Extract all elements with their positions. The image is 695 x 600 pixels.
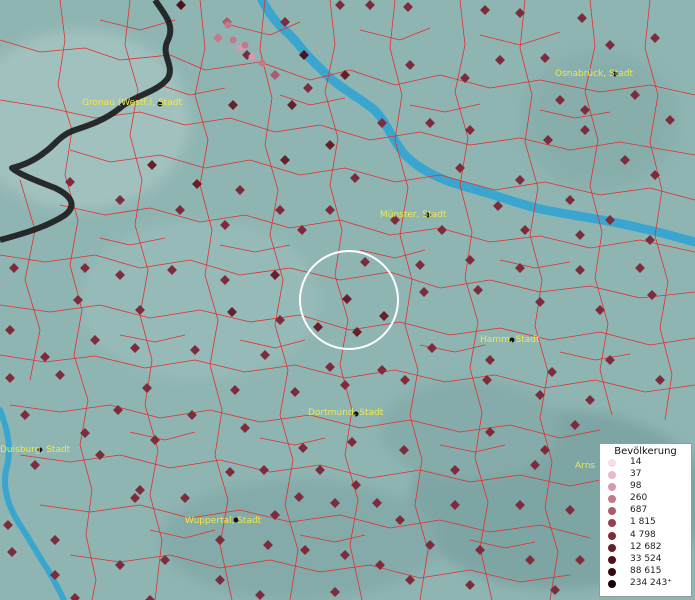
legend-rows: 14 37 98 260 687 1 815 4 798 12 682 33 5… bbox=[600, 457, 691, 590]
legend-swatch bbox=[608, 519, 616, 528]
legend-label: 14 bbox=[630, 457, 642, 467]
population-dot[interactable] bbox=[241, 41, 249, 49]
legend-item: 687 bbox=[600, 505, 691, 517]
city-label-wuppertal[interactable]: Wuppertal, Stadt bbox=[185, 516, 262, 526]
city-label-hamm[interactable]: Hamm, Stadt bbox=[480, 335, 540, 345]
map-canvas[interactable]: Gronau (Westf.), Stadt Osnabrück, Stadt … bbox=[0, 0, 695, 600]
population-dot[interactable] bbox=[258, 59, 266, 67]
legend-swatch bbox=[608, 483, 616, 492]
legend-item: 37 bbox=[600, 469, 691, 481]
legend-panel: Bevölkerung 14 37 98 260 687 1 815 4 798… bbox=[599, 443, 692, 597]
legend-label: 98 bbox=[630, 481, 642, 492]
legend-label: 1 815 bbox=[630, 517, 656, 528]
legend-item: 14 bbox=[600, 457, 691, 469]
legend-swatch bbox=[608, 459, 616, 467]
population-dot[interactable] bbox=[248, 53, 256, 61]
city-label-gronau[interactable]: Gronau (Westf.), Stadt bbox=[82, 98, 182, 108]
legend-item: 98 bbox=[600, 481, 691, 493]
legend-label: 12 682 bbox=[630, 541, 662, 552]
legend-label: 4 798 bbox=[630, 529, 656, 540]
population-dot[interactable] bbox=[229, 36, 237, 44]
population-dot[interactable] bbox=[224, 21, 232, 29]
legend-label: 33 524 bbox=[630, 553, 662, 564]
legend-swatch bbox=[608, 543, 616, 552]
legend-title: Bevölkerung bbox=[614, 446, 677, 457]
legend-item: 88 615 bbox=[600, 566, 691, 578]
legend-swatch bbox=[608, 507, 616, 516]
legend-label: 88 615 bbox=[630, 565, 662, 576]
legend-item: 33 524 bbox=[600, 554, 691, 566]
city-label-muenster[interactable]: Münster, Stadt bbox=[380, 210, 447, 220]
legend-swatch bbox=[608, 495, 616, 504]
legend-label: 234 243⁺ bbox=[630, 577, 672, 588]
legend-item: 1 815 bbox=[600, 517, 691, 529]
city-label-duisburg[interactable]: Duisburg, Stadt bbox=[0, 445, 71, 455]
city-label-osnabrueck[interactable]: Osnabrück, Stadt bbox=[555, 69, 633, 79]
legend-swatch bbox=[608, 471, 616, 480]
legend-item: 260 bbox=[600, 493, 691, 505]
city-label-dortmund[interactable]: Dortmund, Stadt bbox=[308, 408, 384, 418]
city-label-arnsberg[interactable]: Arns bbox=[575, 461, 595, 471]
legend-item: 234 243⁺ bbox=[600, 578, 691, 590]
legend-swatch bbox=[608, 579, 616, 588]
legend-swatch bbox=[608, 567, 616, 576]
legend-label: 260 bbox=[630, 493, 648, 504]
legend-swatch bbox=[608, 555, 616, 564]
legend-label: 687 bbox=[630, 505, 648, 516]
legend-item: 12 682 bbox=[600, 542, 691, 554]
legend-label: 37 bbox=[630, 469, 642, 480]
legend-swatch bbox=[608, 531, 616, 540]
legend-item: 4 798 bbox=[600, 530, 691, 542]
